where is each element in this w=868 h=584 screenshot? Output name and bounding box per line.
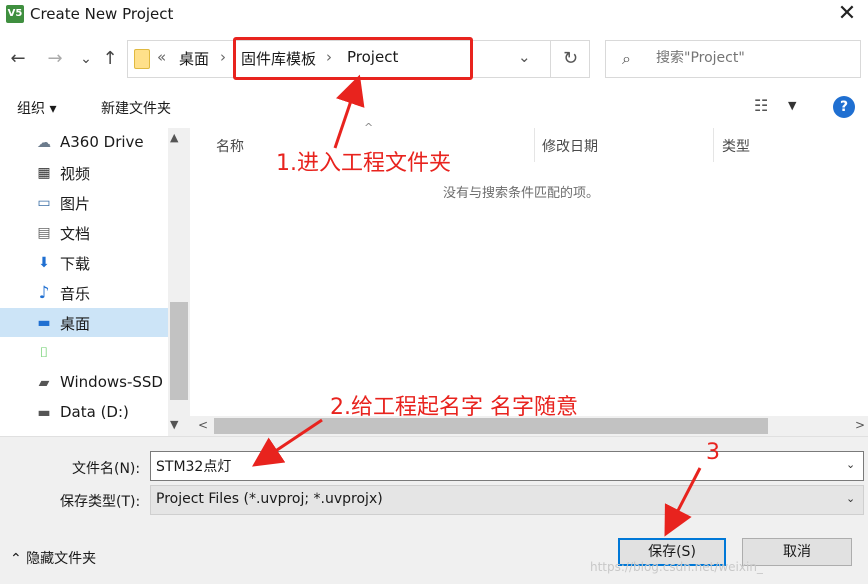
annotation-arrows xyxy=(252,74,702,537)
annotation-arrow-3 xyxy=(664,467,702,537)
annotation-step-1: 1.进入工程文件夹 xyxy=(276,151,451,176)
annotation-step-3: 3 xyxy=(706,440,720,465)
annotation-arrow-2 xyxy=(252,418,323,467)
annotation-step-2: 2.给工程起名字 名字随意 xyxy=(330,395,578,420)
watermark: https://blog.csdn.net/weixin_ xyxy=(590,560,763,574)
annotation-arrow-1 xyxy=(333,74,365,149)
